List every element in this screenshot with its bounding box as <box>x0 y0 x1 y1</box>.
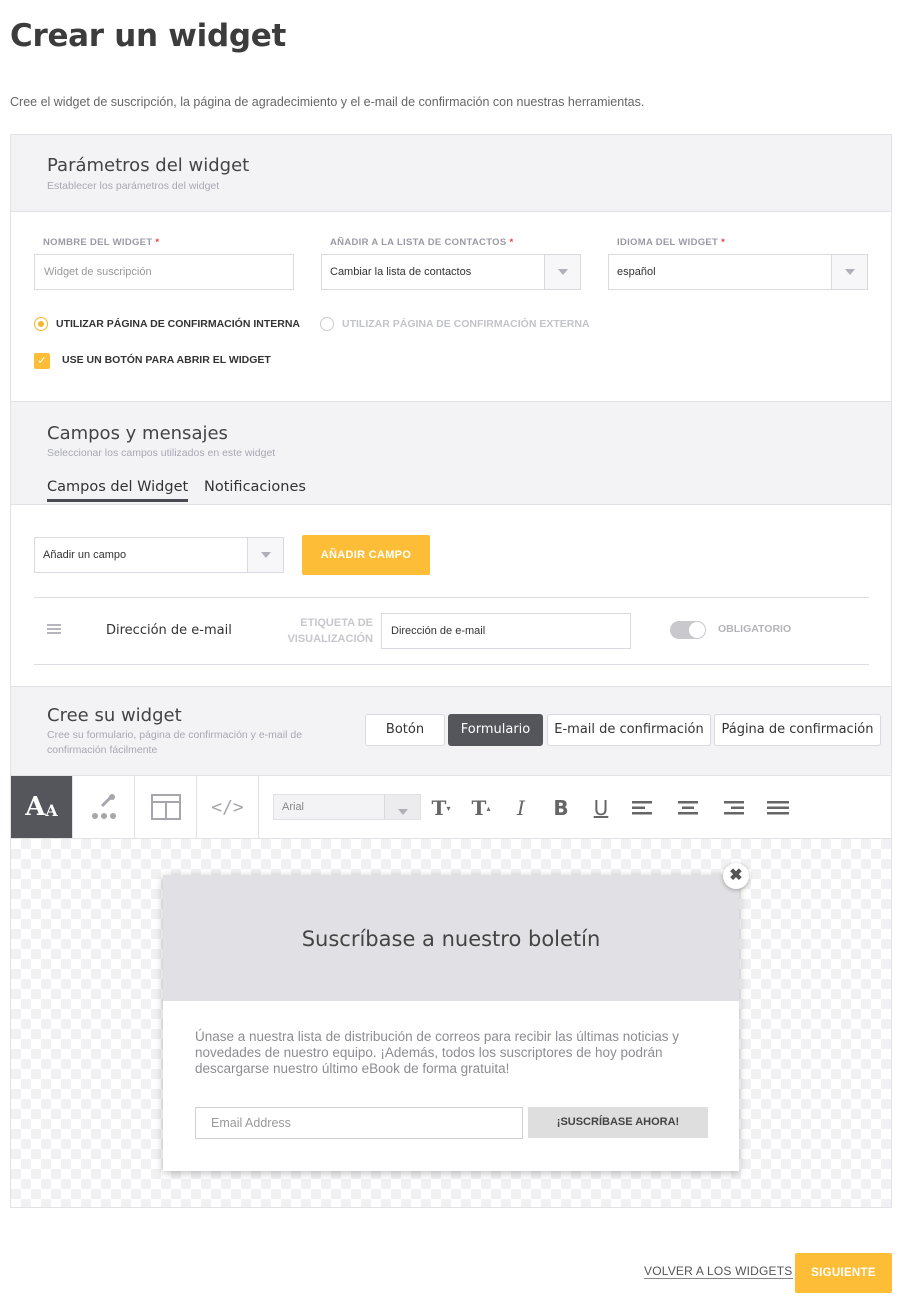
preview-header: Suscríbase a nuestro boletín <box>163 875 739 1001</box>
italic-icon[interactable]: I <box>509 798 533 818</box>
subscription-form-preview: Suscríbase a nuestro boletín Únase a nue… <box>163 863 749 1171</box>
divider <box>34 664 869 665</box>
tab-widget-fields[interactable]: Campos del Widget <box>47 479 189 502</box>
preview-email-input[interactable]: Email Address <box>195 1107 523 1139</box>
params-subtitle: Establecer los parámetros del widget <box>47 180 220 192</box>
mode-form-tab[interactable]: Formulario <box>448 714 543 746</box>
internal-confirmation-label: UTILIZAR PÁGINA DE CONFIRMACIÓN INTERNA <box>56 318 301 330</box>
widget-name-label: NOMBRE DEL WIDGET * <box>43 237 160 248</box>
external-confirmation-radio[interactable] <box>320 317 334 331</box>
field-name: Dirección de e-mail <box>106 623 232 638</box>
divider <box>34 597 869 598</box>
align-left-icon[interactable] <box>631 798 655 818</box>
chevron-down-icon <box>384 795 420 819</box>
mode-confirmation-email-tab[interactable]: E-mail de confirmación <box>547 714 711 746</box>
back-to-widgets-link[interactable]: VOLVER A LOS WIDGETS <box>644 1264 793 1279</box>
required-toggle[interactable] <box>670 621 706 639</box>
open-button-checkbox-label: USE UN BOTÓN PARA ABRIR EL WIDGET <box>62 354 271 366</box>
fields-subtitle: Seleccionar los campos utilizados en est… <box>47 447 276 459</box>
contact-list-label: AÑADIR A LA LISTA DE CONTACTOS * <box>330 237 514 248</box>
mode-confirmation-page-tab[interactable]: Página de confirmación <box>714 714 881 746</box>
builder-title: Cree su widget <box>47 705 182 726</box>
fields-section-header: Campos y mensajes Seleccionar los campos… <box>11 401 891 505</box>
builder-section-header: Cree su widget Cree su formulario, págin… <box>11 686 891 776</box>
chevron-down-icon <box>544 255 580 289</box>
font-size-increase-icon[interactable]: T▴ <box>469 798 493 818</box>
preview-text[interactable]: Únase a nuestra lista de distribución de… <box>195 1029 705 1077</box>
display-label-caption: ETIQUETA DE VISUALIZACIÓN <box>287 617 373 645</box>
close-icon[interactable]: ✖ <box>723 863 749 889</box>
internal-confirmation-radio[interactable] <box>34 317 48 331</box>
widget-preview-canvas: Suscríbase a nuestro boletín Únase a nue… <box>11 839 891 1207</box>
tab-notifications[interactable]: Notificaciones <box>204 479 306 495</box>
paint-dropper-icon[interactable] <box>73 776 135 838</box>
display-label-input[interactable]: Dirección de e-mail <box>381 613 631 649</box>
align-right-icon[interactable] <box>721 798 745 818</box>
page-intro: Cree el widget de suscripción, la página… <box>10 95 645 109</box>
chevron-down-icon <box>247 538 283 572</box>
page-title: Crear un widget <box>10 18 286 54</box>
align-justify-icon[interactable] <box>766 798 790 818</box>
widget-name-input[interactable]: Widget de suscripción <box>34 254 294 290</box>
drag-handle-icon[interactable] <box>47 624 61 634</box>
fields-title: Campos y mensajes <box>47 423 228 444</box>
open-button-checkbox[interactable]: ✓ <box>34 353 50 369</box>
editor-toolbar: AA </> Arial T▾ T▴ I B U <box>11 775 891 839</box>
mode-button-tab[interactable]: Botón <box>365 714 445 746</box>
params-title: Parámetros del widget <box>47 155 250 176</box>
contact-list-select[interactable]: Cambiar la lista de contactos <box>321 254 581 290</box>
add-field-button[interactable]: AÑADIR CAMPO <box>302 535 430 575</box>
bold-icon[interactable]: B <box>549 798 573 818</box>
text-style-icon[interactable]: AA <box>11 776 73 838</box>
external-confirmation-label: UTILIZAR PÁGINA DE CONFIRMACIÓN EXTERNA <box>342 318 590 330</box>
underline-icon[interactable]: U <box>589 798 613 818</box>
required-toggle-label: OBLIGATORIO <box>718 623 792 635</box>
font-family-select[interactable]: Arial <box>273 794 421 820</box>
preview-subscribe-button[interactable]: ¡SUSCRÍBASE AHORA! <box>528 1107 708 1138</box>
align-center-icon[interactable] <box>676 798 700 818</box>
preview-heading[interactable]: Suscríbase a nuestro boletín <box>163 927 739 951</box>
widget-language-label: IDIOMA DEL WIDGET * <box>617 237 726 248</box>
font-size-decrease-icon[interactable]: T▾ <box>429 798 453 818</box>
chevron-down-icon <box>831 255 867 289</box>
code-icon[interactable]: </> <box>197 776 259 838</box>
next-button[interactable]: SIGUIENTE <box>795 1253 892 1293</box>
builder-subtitle: Cree su formulario, página de confirmaci… <box>47 729 303 756</box>
params-section-header: Parámetros del widget Establecer los par… <box>11 135 891 212</box>
add-field-select[interactable]: Añadir un campo <box>34 537 284 573</box>
widget-builder-card: Parámetros del widget Establecer los par… <box>10 134 892 1208</box>
layout-icon[interactable] <box>135 776 197 838</box>
widget-language-select[interactable]: español <box>608 254 868 290</box>
